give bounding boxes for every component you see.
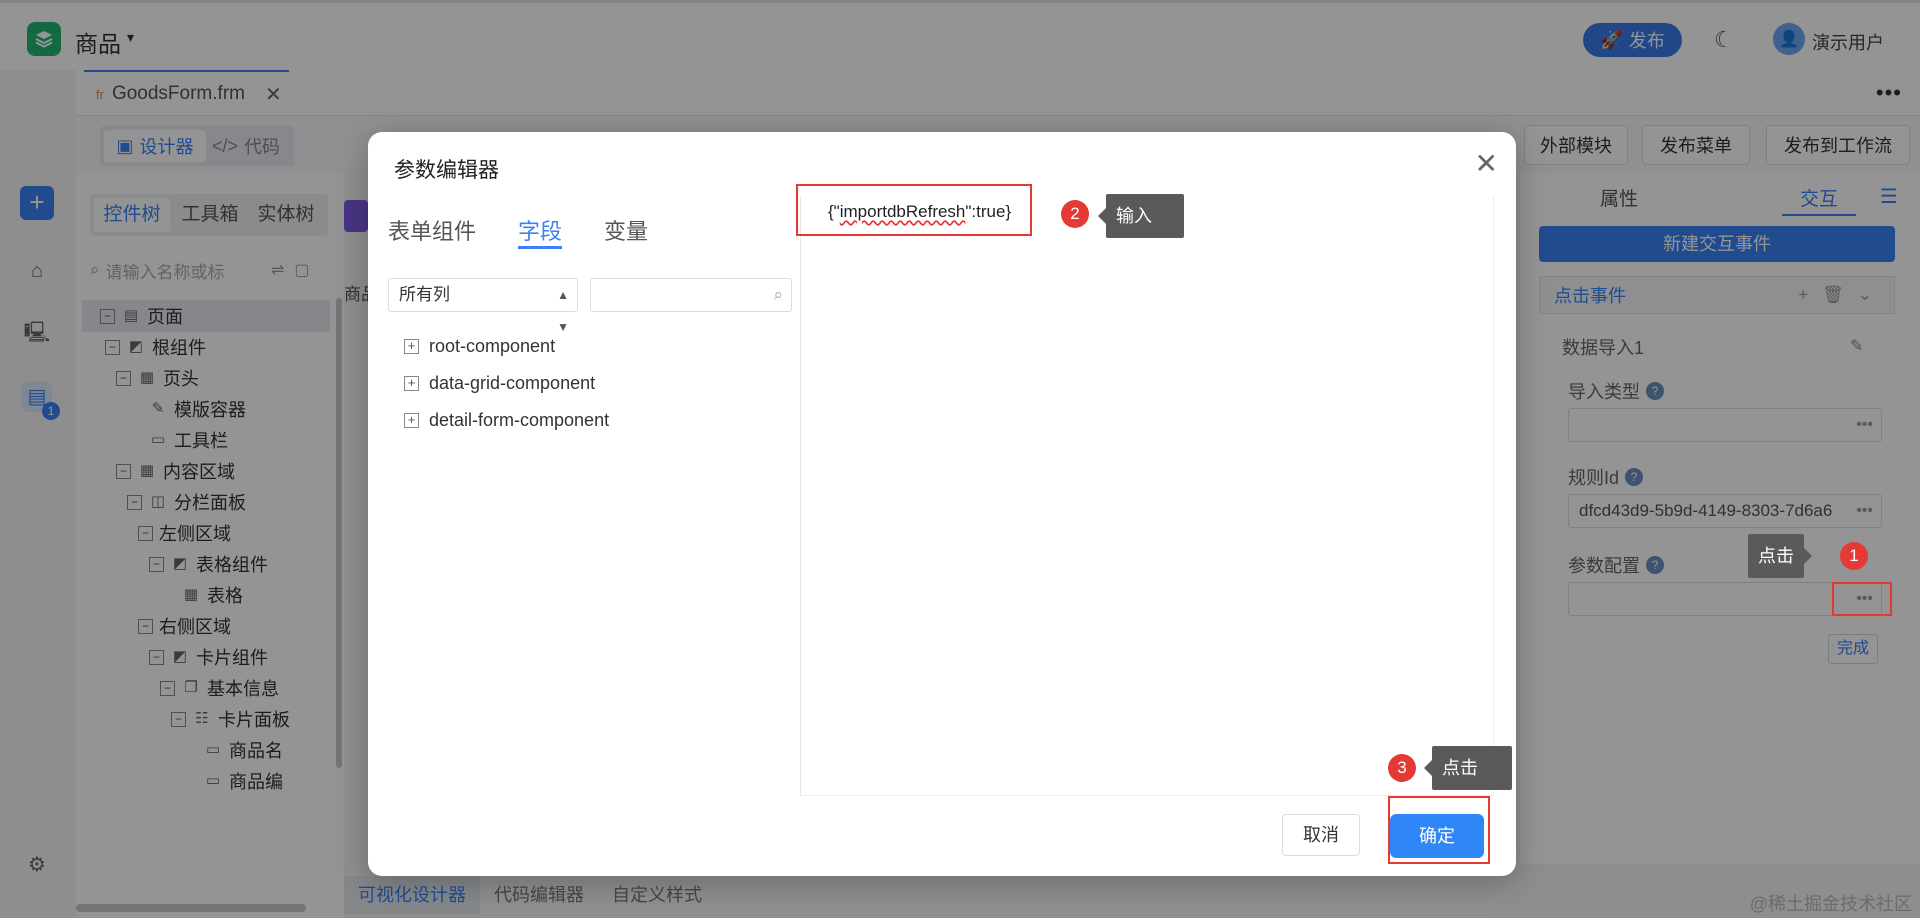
expand-icon[interactable]: + <box>404 413 419 428</box>
search-icon: ⌕ <box>773 285 783 304</box>
tip-input: 输入 <box>1098 194 1184 238</box>
tree-node-data-grid-component[interactable]: + data-grid-component <box>404 373 595 394</box>
tab-fields[interactable]: 字段 <box>518 214 562 246</box>
expand-icon[interactable]: + <box>404 339 419 354</box>
expand-icon[interactable]: + <box>404 376 419 391</box>
param-editor-dialog: 参数编辑器 ✕ 表单组件 字段 变量 所有列 ▲ ▼ ⌕ + root-compo… <box>368 132 1516 876</box>
active-tab-indicator <box>518 246 562 249</box>
dialog-title: 参数编辑器 <box>394 159 499 182</box>
tip-click-3: 点击 <box>1424 746 1512 790</box>
highlight-code-input <box>796 184 1032 236</box>
select-caret-icon: ▲ ▼ <box>557 288 569 334</box>
tab-form-components[interactable]: 表单组件 <box>388 214 476 246</box>
tab-variables[interactable]: 变量 <box>604 214 648 246</box>
tree-node-label: detail-form-component <box>429 410 610 430</box>
tip-click-1: 点击 <box>1748 534 1812 578</box>
cancel-button[interactable]: 取消 <box>1282 814 1360 856</box>
tree-node-detail-form-component[interactable]: + detail-form-component <box>404 410 609 431</box>
step-3-badge: 3 <box>1388 754 1416 782</box>
step-2-badge: 2 <box>1061 200 1089 228</box>
column-filter-select[interactable]: 所有列 ▲ ▼ <box>388 278 578 334</box>
field-search-input[interactable]: ⌕ <box>590 278 792 312</box>
highlight-confirm-button <box>1388 796 1490 864</box>
param-code-editor[interactable] <box>801 196 1494 796</box>
tree-node-root-component[interactable]: + root-component <box>404 336 555 357</box>
close-icon[interactable]: ✕ <box>1475 150 1498 178</box>
tree-node-label: root-component <box>429 336 556 356</box>
tree-node-label: data-grid-component <box>429 373 596 393</box>
step-1-badge: 1 <box>1840 542 1868 570</box>
column-filter-value: 所有列 <box>399 285 450 304</box>
highlight-param-config-more <box>1832 582 1892 616</box>
